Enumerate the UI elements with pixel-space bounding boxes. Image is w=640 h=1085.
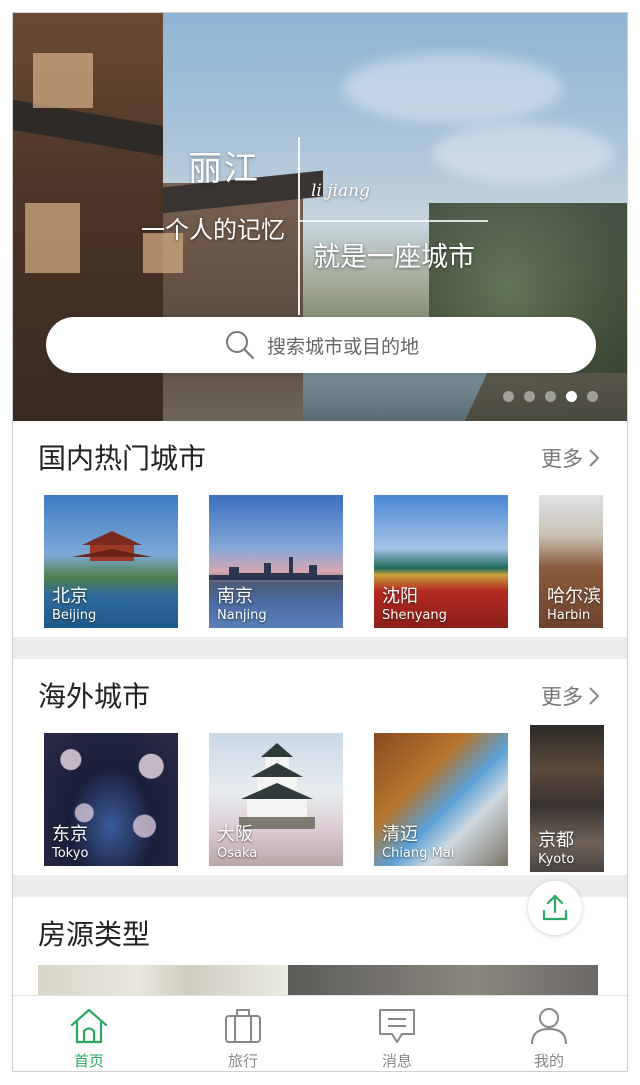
overseas-city-list: 东京 Tokyo 大阪 Osaka 清迈 Chiang Mai 京都 Kyoto: [13, 725, 627, 873]
cloud: [343, 53, 563, 123]
more-label: 更多: [541, 685, 583, 709]
carousel-dot[interactable]: [587, 391, 598, 402]
palace-silhouette: [72, 531, 152, 561]
tab-label: 首页: [73, 1052, 104, 1070]
overseas-section-header: 海外城市 更多: [13, 663, 627, 723]
city-name-cn: 南京: [217, 586, 253, 607]
city-card-nanjing[interactable]: 南京 Nanjing: [209, 495, 343, 628]
overseas-section-title: 海外城市: [38, 680, 151, 713]
more-label: 更多: [541, 447, 583, 471]
hero-divider-vertical: [298, 137, 300, 315]
carousel-dot[interactable]: [503, 391, 514, 402]
city-name-en: Chiang Mai: [382, 846, 455, 861]
hero-window: [33, 53, 93, 108]
overseas-more-link[interactable]: 更多: [541, 681, 601, 711]
city-name-en: Kyoto: [538, 852, 575, 867]
chevron-right-icon: [589, 449, 600, 467]
tab-label: 消息: [381, 1052, 412, 1070]
chevron-right-icon: [589, 687, 600, 705]
city-name-cn: 沈阳: [382, 586, 418, 607]
carousel-dot-active[interactable]: [566, 391, 577, 402]
tab-home[interactable]: 首页: [39, 1004, 139, 1071]
tab-travel[interactable]: 旅行: [193, 1004, 293, 1071]
suitcase-icon: [225, 1009, 261, 1043]
carousel-dot[interactable]: [524, 391, 535, 402]
city-name-cn: 北京: [52, 586, 88, 607]
domestic-city-list: 北京 Beijing 南京 Nanjing 沈阳 Shenyang 哈尔滨 Ha…: [13, 495, 627, 635]
share-icon: [542, 894, 568, 921]
city-card-shenyang[interactable]: 沈阳 Shenyang: [374, 495, 508, 628]
app-screen: 丽江 li jiang 一个人的记忆 就是一座城市 搜索城市或目的地 国内热门城…: [12, 12, 628, 1072]
hero-title: 丽江: [188, 149, 260, 189]
tab-label: 我的: [533, 1052, 564, 1070]
city-name-cn: 京都: [538, 830, 574, 851]
city-name-en: Harbin: [547, 608, 591, 623]
skyline-silhouette: [209, 557, 343, 580]
domestic-more-link[interactable]: 更多: [541, 443, 601, 473]
city-name-en: Tokyo: [52, 846, 89, 861]
hero-divider-horizontal: [298, 220, 488, 222]
hero-slogan-2: 就是一座城市: [313, 242, 475, 273]
city-name-en: Beijing: [52, 608, 97, 623]
hero-window: [25, 203, 80, 273]
city-card-harbin[interactable]: 哈尔滨 Harbin: [539, 495, 603, 628]
city-card-kyoto[interactable]: 京都 Kyoto: [530, 725, 604, 872]
city-name-en: Osaka: [217, 846, 258, 861]
city-name-cn: 大阪: [217, 824, 253, 845]
city-card-chiangmai[interactable]: 清迈 Chiang Mai: [374, 733, 508, 866]
search-bar[interactable]: 搜索城市或目的地: [46, 317, 596, 373]
domestic-section-header: 国内热门城市 更多: [13, 425, 627, 485]
user-icon: [531, 1008, 567, 1045]
castle-silhouette: [239, 743, 315, 829]
city-name-cn: 东京: [52, 824, 88, 845]
home-icon: [70, 1008, 108, 1044]
hero-slogan-1: 一个人的记忆: [141, 216, 285, 244]
cloud: [433, 123, 613, 183]
city-card-osaka[interactable]: 大阪 Osaka: [209, 733, 343, 866]
carousel-dot[interactable]: [545, 391, 556, 402]
city-card-beijing[interactable]: 北京 Beijing: [44, 495, 178, 628]
bottom-tab-bar: 首页 旅行 消息 我的: [13, 995, 627, 1071]
message-icon: [379, 1009, 415, 1043]
section-separator: [13, 637, 627, 659]
city-card-tokyo[interactable]: 东京 Tokyo: [44, 733, 178, 866]
domestic-section-title: 国内热门城市: [38, 442, 207, 475]
search-placeholder: 搜索城市或目的地: [266, 335, 419, 358]
tab-profile[interactable]: 我的: [499, 1004, 599, 1071]
search-icon: [225, 331, 254, 359]
city-name-en: Shenyang: [382, 608, 447, 623]
city-name-cn: 哈尔滨: [547, 586, 601, 607]
city-name-cn: 清迈: [382, 824, 418, 845]
hero-banner[interactable]: 丽江 li jiang 一个人的记忆 就是一座城市 搜索城市或目的地: [13, 13, 627, 421]
housing-section-title: 房源类型: [38, 918, 151, 951]
carousel-indicator: [503, 391, 598, 402]
hero-pinyin: li jiang: [311, 181, 370, 201]
tab-label: 旅行: [227, 1052, 258, 1070]
city-name-en: Nanjing: [217, 608, 267, 623]
tab-messages[interactable]: 消息: [347, 1004, 447, 1071]
share-button[interactable]: [528, 881, 582, 935]
